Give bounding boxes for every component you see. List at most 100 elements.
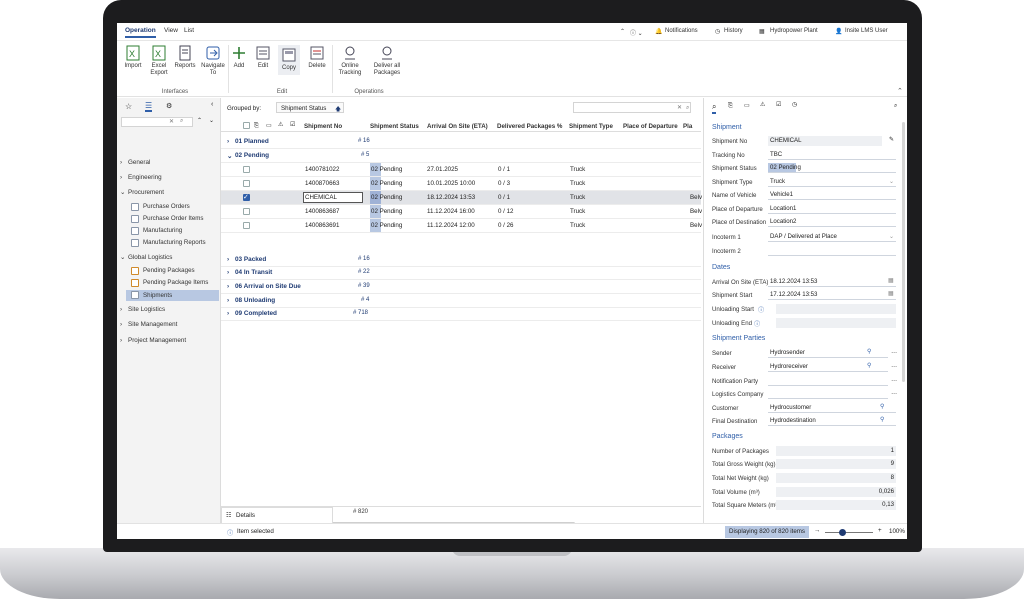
group-completed[interactable]: 09 Completed [235,310,277,317]
row-checkbox[interactable] [243,180,250,187]
checklist-icon[interactable]: ☑ [776,101,782,108]
logistics-company-field[interactable] [768,389,888,399]
vertical-scrollbar[interactable] [902,122,905,382]
location-icon[interactable]: ⚲ [867,362,872,369]
col-delivered[interactable]: Delivered Packages % [497,123,562,130]
shipment-no-field[interactable]: CHEMICAL [768,136,882,146]
pencil-icon[interactable]: ✎ [889,136,894,143]
shipment-status-field[interactable]: 02 Pending [768,163,896,173]
chevron-down-icon[interactable]: ⌄ [889,233,894,240]
chevron-right-icon[interactable]: › [227,269,229,276]
nav-manufacturing[interactable]: Manufacturing [143,227,182,234]
notification-party-field[interactable] [768,376,888,386]
chevron-down-icon[interactable]: ⌄ [889,178,894,185]
tab-operation[interactable]: Operation [125,27,156,38]
checkbox-column-icon[interactable]: ☑ [290,121,296,128]
tab-list[interactable]: List [184,27,194,34]
departure-field[interactable]: Location1 [768,204,896,214]
calendar-icon[interactable]: ▦ [888,277,894,284]
shipment-start-field[interactable]: 17.12.2024 13:53 [768,290,896,300]
nav-purchase-orders[interactable]: Purchase Orders [143,203,190,210]
grid-search-input[interactable] [573,102,691,113]
arrival-field[interactable]: 18.12.2024 13:53 [768,277,896,287]
reports-button[interactable]: Reports [173,45,197,69]
attachment-icon[interactable]: ⎘ [254,122,259,130]
expand-down-icon[interactable]: ⌄ [209,117,214,124]
deliver-all-button[interactable]: Deliver all Packages [369,45,405,77]
import-button[interactable]: X Import [122,45,144,69]
settings-icon[interactable]: ⚙ [166,102,172,110]
volume-field[interactable]: 0,026 [776,487,896,497]
nav-manufacturing-reports[interactable]: Manufacturing Reports [143,239,206,246]
tracking-no-field[interactable]: TBC [768,150,896,160]
destination-field[interactable]: Location2 [768,217,896,227]
copy-button[interactable]: Copy [278,45,300,75]
list-icon[interactable]: ☰ [145,101,153,112]
info-icon[interactable]: ⓘ [754,319,760,328]
more-icon[interactable]: … [891,376,897,383]
edit-button[interactable]: Edit [254,45,272,69]
notifications-menu[interactable]: Notifications [665,28,698,34]
table-row[interactable]: 1400863687 02 Pending 11.12.2024 16:00 0… [221,205,702,218]
nav-pending-packages[interactable]: Pending Packages [143,267,195,274]
final-destination-field[interactable]: Hydrodestination [768,416,896,426]
col-shipment-no[interactable]: Shipment No [304,123,342,130]
search-icon[interactable]: ⌕ [686,104,689,112]
group-planned[interactable]: 01 Planned [235,138,269,145]
star-icon[interactable]: ☆ [125,102,132,111]
delete-button[interactable]: Delete [306,45,328,69]
incoterm2-field[interactable] [768,246,896,256]
select-all-checkbox[interactable] [243,122,250,129]
collapse-pane-icon[interactable]: ‹ [211,101,213,108]
search-icon[interactable]: ⌕ [180,118,183,125]
location-icon[interactable]: ⚲ [867,348,872,355]
nav-global-logistics[interactable]: Global Logistics [128,254,172,261]
chevron-right-icon[interactable]: › [227,297,229,304]
group-unloading[interactable]: 08 Unloading [235,297,275,304]
row-checkbox[interactable] [243,208,250,215]
col-place-departure[interactable]: Place of Departure [623,123,678,130]
group-in-transit[interactable]: 04 In Transit [235,269,272,276]
zoom-slider-track[interactable] [825,532,873,533]
customer-field[interactable]: Hydrocustomer [768,403,896,413]
incoterm1-field[interactable]: DAP / Delivered at Place [768,232,896,242]
clear-icon[interactable]: ✕ [169,118,174,125]
location-icon[interactable]: ⚲ [880,403,885,410]
group-pending[interactable]: 02 Pending [235,152,269,159]
nav-site-logistics[interactable]: Site Logistics [128,306,165,313]
nav-site-management[interactable]: Site Management [128,321,177,328]
unloading-end-field[interactable] [776,318,896,328]
clear-icon[interactable]: ✕ [677,104,682,111]
comment-icon[interactable]: ▭ [744,102,750,109]
more-icon[interactable]: … [891,348,897,355]
row-checkbox[interactable] [243,222,250,229]
number-packages-field[interactable]: 1 [776,446,896,456]
help-icon[interactable]: ⓘ ⌄ [630,28,643,37]
online-tracking-button[interactable]: Online Tracking [335,45,365,77]
user-menu[interactable]: Insite LMS User [845,28,888,34]
col-arrival[interactable]: Arrival On Site (ETA) [427,123,488,130]
group-chip[interactable]: Shipment Status 🡅 [276,102,344,113]
warning-icon[interactable]: ⚠ [760,101,766,108]
clock-icon[interactable]: ◷ [792,101,797,108]
shipment-type-field[interactable]: Truck [768,177,896,187]
more-icon[interactable]: … [891,389,897,396]
nav-purchase-order-items[interactable]: Purchase Order Items [143,215,204,222]
col-shipment-status[interactable]: Shipment Status [370,123,419,130]
table-row[interactable]: 1400863691 02 Pending 11.12.2024 12:00 0… [221,219,702,232]
gross-weight-field[interactable]: 9 [776,459,896,469]
more-icon[interactable]: … [891,362,897,369]
zoom-slider-handle[interactable] [839,529,846,536]
details-tab[interactable]: ☷ Details [221,507,333,523]
group-arrival-due[interactable]: 06 Arrival on Site Due [235,283,301,290]
sort-up-icon[interactable]: 🡅 [335,104,341,115]
info-icon[interactable]: ⓘ [758,305,764,314]
group-packed[interactable]: 03 Packed [235,256,266,263]
zoom-in-icon[interactable]: + [878,527,882,534]
nav-project-management[interactable]: Project Management [128,337,186,344]
expand-up-icon[interactable]: ⌃ [197,117,202,124]
table-row[interactable]: 1400781022 02 Pending 27.01.2025 0 / 1 T… [221,163,701,176]
warning-icon[interactable]: ⚠ [278,121,284,128]
chevron-right-icon[interactable]: › [227,256,229,263]
col-shipment-type[interactable]: Shipment Type [569,123,613,130]
